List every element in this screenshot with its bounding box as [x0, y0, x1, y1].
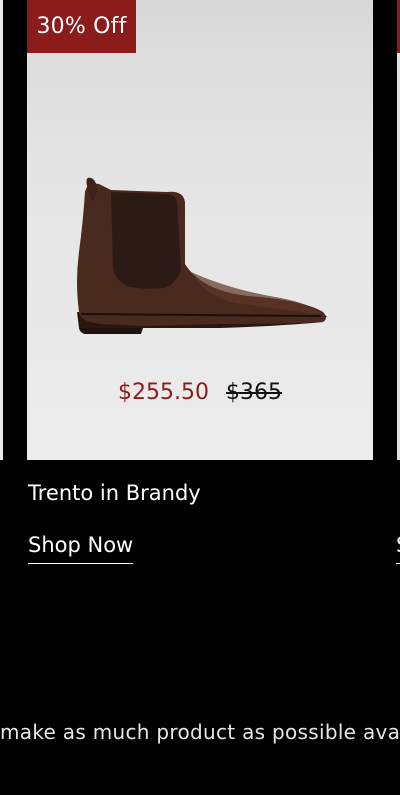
boot-product-image[interactable] — [71, 172, 333, 344]
product-card[interactable]: 30% Off $255.50 $365 — [27, 0, 373, 460]
original-price: $365 — [225, 380, 282, 405]
shop-now-link[interactable]: Shop Now — [28, 533, 134, 564]
next-shop-now-link[interactable]: S — [396, 533, 400, 564]
discount-badge: 30% Off — [27, 0, 136, 53]
product-carousel-page: 30% Off $255.50 $365 Trento in Brandy Sh… — [0, 0, 400, 795]
previous-product-card-edge[interactable] — [0, 0, 3, 460]
product-name[interactable]: Trento in Brandy — [28, 481, 201, 505]
scrolling-message-banner: make as much product as possible ava — [0, 720, 400, 744]
price-row: $255.50 $365 — [27, 380, 373, 405]
sale-price: $255.50 — [118, 380, 209, 405]
